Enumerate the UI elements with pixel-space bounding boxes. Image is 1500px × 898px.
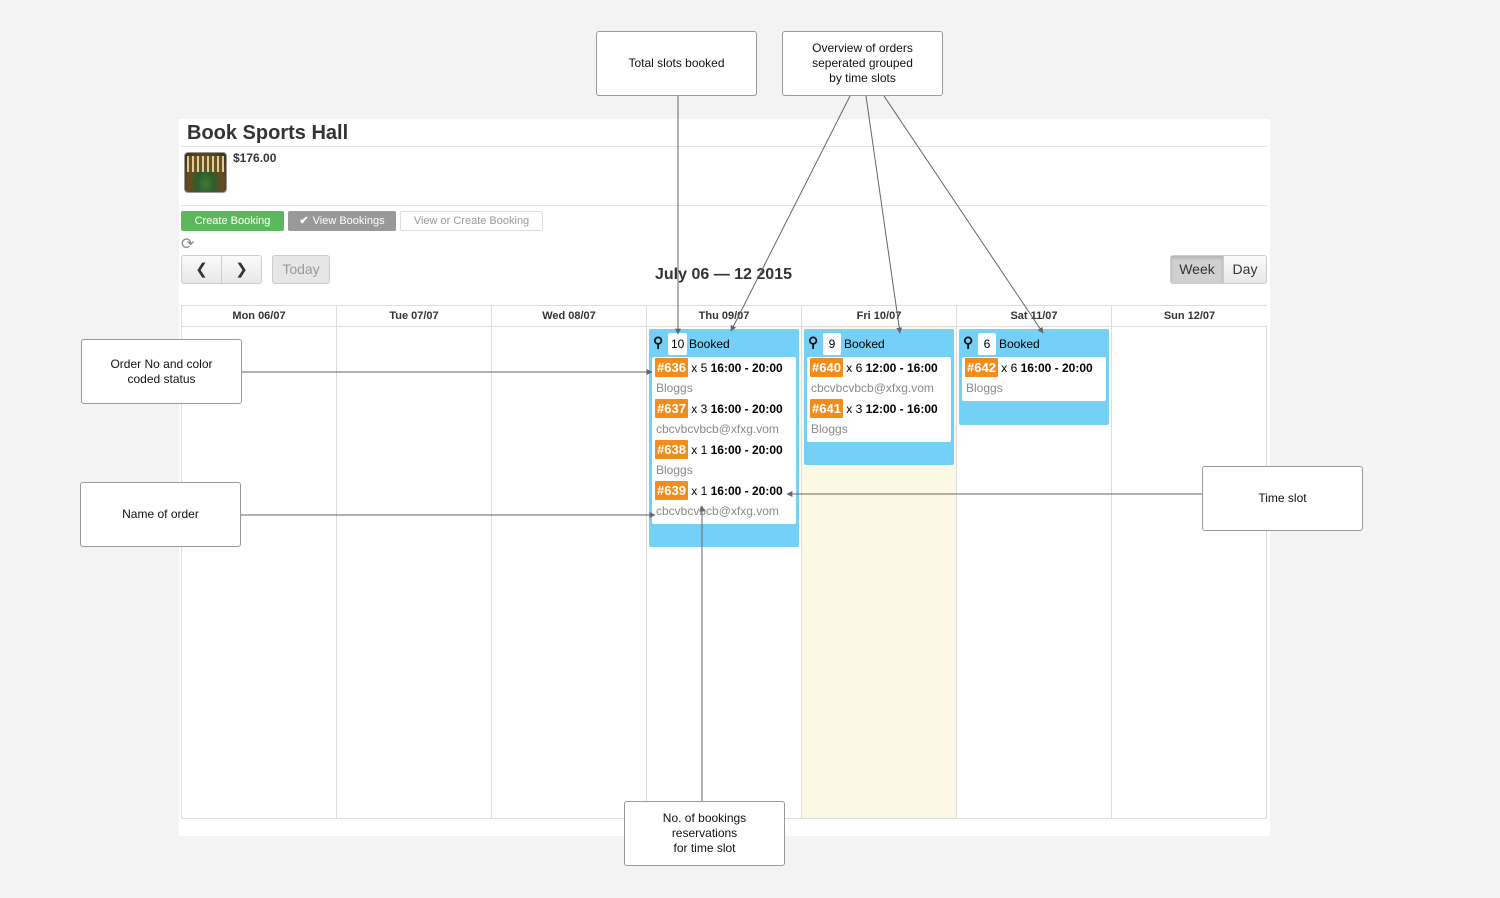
page-title: Book Sports Hall <box>187 122 349 144</box>
chevron-right-icon: ❯ <box>235 261 248 278</box>
callout-text: Overview of orders <box>812 41 913 55</box>
order-number-badge[interactable]: #638 <box>655 440 688 459</box>
divider <box>181 146 1267 147</box>
order-list: #642 x 6 16:00 - 20:00 Bloggs <box>962 357 1106 401</box>
search-icon[interactable]: ⚲ <box>808 334 818 351</box>
callout-order-no: Order No and color coded status <box>81 339 242 404</box>
product-price: $176.00 <box>233 151 277 165</box>
callout-text: Time slot <box>1258 491 1307 505</box>
slots-count: 6 <box>978 333 996 355</box>
day-column-sun[interactable]: Sun 12/07 <box>1112 306 1267 818</box>
slots-count: 9 <box>823 333 841 355</box>
order-item[interactable]: #636 x 5 16:00 - 20:00 Bloggs <box>652 358 796 399</box>
order-time-slot: 16:00 - 20:00 <box>710 361 783 375</box>
week-view-button[interactable]: Week <box>1170 255 1224 284</box>
callout-text: reservations <box>671 826 738 840</box>
day-header: Thu 09/07 <box>647 306 801 327</box>
order-name: Bloggs <box>811 422 848 436</box>
callout-text: coded status <box>127 371 196 386</box>
order-qty: x 5 <box>691 361 708 375</box>
day-view-button[interactable]: Day <box>1223 255 1267 284</box>
order-number-badge[interactable]: #639 <box>655 481 688 500</box>
view-or-create-booking-button[interactable]: View or Create Booking <box>400 211 543 231</box>
divider <box>181 205 1267 206</box>
booked-label: Booked <box>689 337 730 351</box>
order-item[interactable]: #641 x 3 12:00 - 16:00 Bloggs <box>807 399 951 440</box>
day-column-wed[interactable]: Wed 08/07 <box>492 306 647 818</box>
callout-time-slot: Time slot <box>1202 466 1363 531</box>
order-qty: x 6 <box>846 361 863 375</box>
booked-label: Booked <box>844 337 885 351</box>
callout-name-of-order: Name of order <box>80 482 241 547</box>
day-column-tue[interactable]: Tue 07/07 <box>337 306 492 818</box>
day-header: Wed 08/07 <box>492 306 646 327</box>
order-item[interactable]: #642 x 6 16:00 - 20:00 Bloggs <box>962 358 1106 399</box>
refresh-icon[interactable]: ⟳ <box>181 236 201 254</box>
view-bookings-button[interactable]: ✔ View Bookings <box>288 211 396 231</box>
callout-bookings: No. of bookings reservations for time sl… <box>624 801 785 866</box>
order-qty: x 3 <box>846 402 863 416</box>
date-range-title: July 06 — 12 2015 <box>655 266 792 283</box>
callout-text: No. of bookings <box>662 811 747 825</box>
day-header: Tue 07/07 <box>337 306 491 327</box>
prev-week-button[interactable]: ❮ <box>181 255 222 284</box>
callout-text: for time slot <box>673 841 736 855</box>
view-bookings-label: View Bookings <box>312 215 385 227</box>
day-header: Sat 11/07 <box>957 306 1111 327</box>
order-name: cbcvbcvbcb@xfxg.vom <box>811 381 934 395</box>
booking-event-thu[interactable]: ⚲ 10 Booked #636 x 5 16:00 - 20:00 Blogg… <box>649 329 799 547</box>
order-number-badge[interactable]: #636 <box>655 358 688 377</box>
order-time-slot: 12:00 - 16:00 <box>865 361 938 375</box>
order-time-slot: 16:00 - 20:00 <box>710 484 783 498</box>
order-time-slot: 16:00 - 20:00 <box>1020 361 1093 375</box>
day-header: Fri 10/07 <box>802 306 956 327</box>
booking-event-fri[interactable]: ⚲ 9 Booked #640 x 6 12:00 - 16:00 cbcvbc… <box>804 329 954 465</box>
order-name: cbcvbcvbcb@xfxg.vom <box>656 504 779 518</box>
callout-overview: Overview of orders seperated grouped by … <box>782 31 943 96</box>
callout-text: Name of order <box>122 507 199 521</box>
order-name: Bloggs <box>966 381 1003 395</box>
order-name: cbcvbcvbcb@xfxg.vom <box>656 422 779 436</box>
order-qty: x 6 <box>1001 361 1018 375</box>
order-time-slot: 16:00 - 20:00 <box>710 443 783 457</box>
today-button[interactable]: Today <box>272 255 330 284</box>
order-list: #640 x 6 12:00 - 16:00 cbcvbcvbcb@xfxg.v… <box>807 357 951 442</box>
callout-text: Order No and color <box>110 356 213 371</box>
callout-total-slots: Total slots booked <box>596 31 757 96</box>
order-item[interactable]: #638 x 1 16:00 - 20:00 Bloggs <box>652 440 796 481</box>
order-item[interactable]: #640 x 6 12:00 - 16:00 cbcvbcvbcb@xfxg.v… <box>807 358 951 399</box>
order-item[interactable]: #637 x 3 16:00 - 20:00 cbcvbcvbcb@xfxg.v… <box>652 399 796 440</box>
booked-label: Booked <box>999 337 1040 351</box>
order-name: Bloggs <box>656 463 693 477</box>
callout-text: Total slots booked <box>628 56 725 70</box>
order-number-badge[interactable]: #637 <box>655 399 688 418</box>
search-icon[interactable]: ⚲ <box>653 334 663 351</box>
callout-text: by time slots <box>829 71 896 85</box>
order-name: Bloggs <box>656 381 693 395</box>
create-booking-button[interactable]: Create Booking <box>181 211 284 231</box>
order-number-badge[interactable]: #641 <box>810 399 843 418</box>
order-number-badge[interactable]: #642 <box>965 358 998 377</box>
order-time-slot: 16:00 - 20:00 <box>710 402 783 416</box>
order-item[interactable]: #639 x 1 16:00 - 20:00 cbcvbcvbcb@xfxg.v… <box>652 481 796 522</box>
order-time-slot: 12:00 - 16:00 <box>865 402 938 416</box>
search-icon[interactable]: ⚲ <box>963 334 973 351</box>
chevron-left-icon: ❮ <box>195 261 208 278</box>
day-header: Mon 06/07 <box>182 306 336 327</box>
order-number-badge[interactable]: #640 <box>810 358 843 377</box>
order-qty: x 3 <box>691 402 708 416</box>
day-header: Sun 12/07 <box>1112 306 1267 327</box>
order-list: #636 x 5 16:00 - 20:00 Bloggs #637 x 3 1… <box>652 357 796 524</box>
order-qty: x 1 <box>691 443 708 457</box>
next-week-button[interactable]: ❯ <box>221 255 262 284</box>
callout-text: seperated grouped <box>812 56 913 70</box>
slots-count: 10 <box>668 333 688 355</box>
order-qty: x 1 <box>691 484 708 498</box>
check-icon: ✔ <box>299 215 309 227</box>
booking-event-sat[interactable]: ⚲ 6 Booked #642 x 6 16:00 - 20:00 Bloggs <box>959 329 1109 425</box>
product-thumbnail[interactable] <box>184 152 227 193</box>
